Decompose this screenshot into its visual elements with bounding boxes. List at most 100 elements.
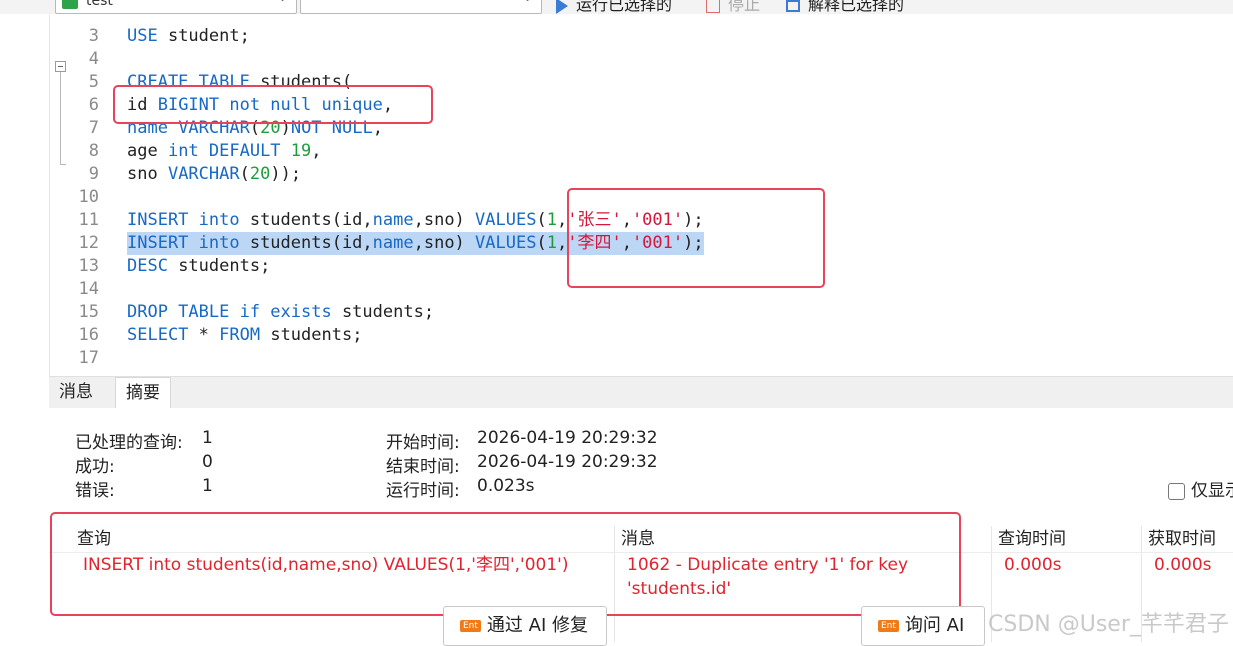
line-number: 11	[78, 210, 99, 230]
line-number: 13	[78, 256, 99, 276]
error-label: 错误:	[75, 481, 115, 501]
line-number: 5	[88, 72, 99, 92]
start-time-value: 2026-04-19 20:29:32	[477, 428, 658, 448]
code-token: sno	[127, 164, 168, 184]
chevron-down-icon: ⌄	[522, 0, 533, 5]
code-token: students;	[341, 302, 435, 322]
code-token: (	[536, 233, 547, 253]
code-token: ));	[270, 164, 302, 184]
end-time-value: 2026-04-19 20:29:32	[477, 452, 658, 472]
ai-fix-button[interactable]: Ent 通过 AI 修复	[443, 606, 607, 646]
code-token: 1	[546, 233, 557, 253]
database-icon	[62, 0, 78, 9]
ask-ai-button[interactable]: Ent 询问 AI	[861, 606, 985, 646]
watermark: CSDN @User_芊芊君子	[988, 612, 1229, 637]
explain-selected-label: 解释已选择的	[808, 0, 905, 14]
code-token: students(id,	[249, 210, 373, 230]
run-selected-button[interactable]: 运行已选择的	[556, 0, 672, 14]
code-token: SELECT	[127, 325, 199, 345]
code-token: ,	[311, 141, 322, 161]
result-tabs: 消息 摘要	[49, 376, 1233, 409]
code-line[interactable]: 9 sno VARCHAR(20));	[49, 163, 1233, 186]
code-token: FROM	[219, 325, 271, 345]
code-token: DESC	[127, 256, 179, 276]
cell-query-time[interactable]: 0.000s	[1004, 553, 1062, 577]
checkbox-icon[interactable]	[1168, 482, 1185, 500]
code-token: VARCHAR	[167, 164, 240, 184]
code-line[interactable]: 15 DROP TABLE if exists students;	[49, 301, 1233, 324]
code-token: 19	[290, 141, 312, 161]
line-number: 16	[78, 325, 99, 345]
code-token: (	[536, 210, 547, 230]
line-number: 8	[88, 141, 99, 161]
code-text[interactable]: sno VARCHAR(20));	[127, 163, 301, 186]
toolbar: test ⌄ ⌄ 运行已选择的 停止 解释已选择的	[0, 0, 1233, 14]
only-show-label: 仅显示	[1191, 481, 1233, 501]
line-number: 10	[78, 187, 99, 207]
ask-ai-label: 询问 AI	[904, 615, 965, 636]
code-text[interactable]: DROP TABLE if exists students;	[127, 301, 434, 324]
code-token: ,sno)	[413, 233, 476, 253]
tab-summary[interactable]: 摘要	[115, 377, 171, 409]
explain-selected-button[interactable]: 解释已选择的	[786, 0, 904, 14]
play-icon	[556, 0, 568, 14]
code-token: DROP TABLE if exists	[127, 302, 342, 322]
code-token: VALUES	[475, 233, 537, 253]
code-token: INSERT into	[127, 233, 250, 253]
code-token: (	[239, 164, 250, 184]
column-header-query-time[interactable]: 查询时间	[998, 526, 1066, 552]
code-text[interactable]: age int DEFAULT 19,	[127, 140, 322, 163]
code-token: name	[372, 210, 414, 230]
code-line[interactable]: 3 USE student;	[49, 25, 1233, 48]
line-number: 7	[88, 118, 99, 138]
tab-messages[interactable]: 消息	[49, 377, 103, 408]
code-line[interactable]: 17	[49, 347, 1233, 370]
error-value: 1	[202, 476, 213, 496]
ent-badge-icon: Ent	[460, 620, 481, 632]
code-token: ,	[556, 233, 568, 253]
connection-select[interactable]: test ⌄	[55, 0, 297, 14]
fold-toggle-icon[interactable]	[55, 61, 66, 72]
column-header-fetch-time[interactable]: 获取时间	[1148, 526, 1216, 552]
code-line[interactable]: 4	[49, 48, 1233, 71]
line-number: 15	[78, 302, 99, 322]
line-number: 6	[88, 95, 99, 115]
code-token: ,sno)	[413, 210, 476, 230]
code-text[interactable]: SELECT * FROM students;	[127, 324, 362, 347]
code-line[interactable]: 8 age int DEFAULT 19,	[49, 140, 1233, 163]
end-time-label: 结束时间:	[386, 457, 460, 477]
fold-guide-end	[60, 164, 66, 165]
connection-value: test	[86, 0, 113, 9]
ent-badge-icon: Ent	[878, 620, 899, 632]
line-number: 9	[88, 164, 99, 184]
code-token: int DEFAULT	[167, 141, 291, 161]
code-token: USE	[127, 26, 168, 46]
line-number: 17	[78, 348, 99, 368]
run-time-label: 运行时间:	[386, 481, 460, 501]
processed-value: 1	[202, 428, 213, 448]
only-show-checkbox[interactable]: 仅显示	[1168, 476, 1233, 501]
database-select[interactable]: ⌄	[300, 0, 542, 14]
code-token: age	[127, 141, 168, 161]
cell-fetch-time[interactable]: 0.000s	[1154, 553, 1212, 577]
chevron-down-icon: ⌄	[277, 0, 288, 5]
code-token: ,	[556, 210, 568, 230]
code-line[interactable]: 16 SELECT * FROM students;	[49, 324, 1233, 347]
code-token: 20	[249, 164, 271, 184]
stop-button[interactable]: 停止	[706, 0, 760, 14]
line-number: 14	[78, 279, 99, 299]
annotation-box-error	[50, 512, 961, 616]
code-token: students;	[270, 325, 363, 345]
line-number: 3	[88, 26, 99, 46]
code-text[interactable]: USE student;	[127, 25, 250, 48]
success-value: 0	[202, 452, 213, 472]
code-token: name	[372, 233, 414, 253]
explain-icon	[786, 0, 800, 12]
start-time-label: 开始时间:	[386, 433, 460, 453]
code-text[interactable]: DESC students;	[127, 255, 270, 278]
code-token: INSERT into	[127, 210, 250, 230]
ai-fix-label: 通过 AI 修复	[486, 615, 588, 636]
stop-label: 停止	[728, 0, 761, 14]
code-token: 1	[546, 210, 557, 230]
annotation-box-unique	[113, 85, 433, 124]
